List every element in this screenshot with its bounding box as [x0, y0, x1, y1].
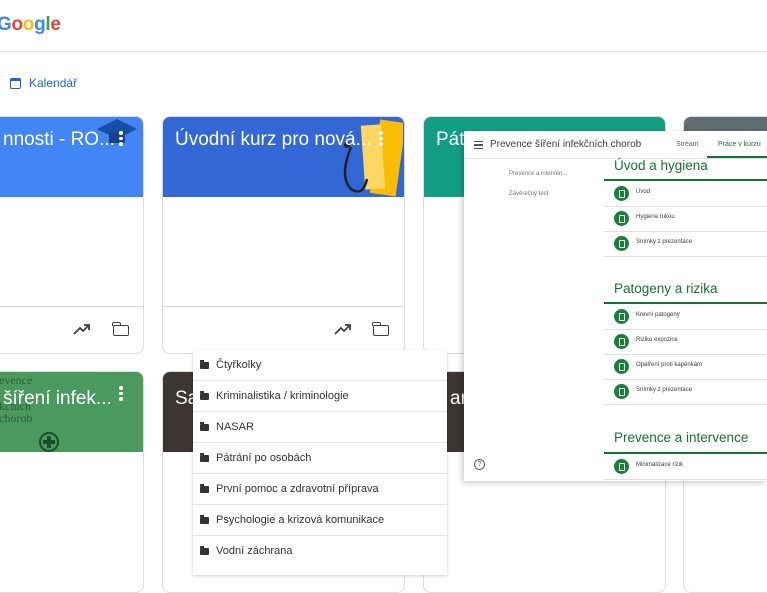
trending-up-icon[interactable]: [73, 323, 91, 335]
topic-heading: Prevence a intervence: [614, 430, 749, 445]
folder-icon: [200, 359, 209, 369]
assignment-row[interactable]: Snímky z prezentace: [604, 379, 767, 405]
assignment-row[interactable]: Snímky z prezentace: [604, 231, 767, 257]
material-icon: [614, 334, 629, 349]
trending-up-icon[interactable]: [334, 323, 352, 335]
more-options-icon[interactable]: [119, 386, 123, 403]
material-icon: [614, 211, 629, 226]
class-card[interactable]: evence kčních chorob šíření infek...: [0, 371, 144, 593]
folder-icon: [200, 452, 209, 462]
topic-link[interactable]: Prevence a interven...: [509, 171, 567, 177]
folder-icon: [200, 390, 209, 400]
assignment-row[interactable]: Minimalizace rizik: [604, 454, 767, 480]
folder-menu-item[interactable]: Vodní záchrana: [193, 536, 447, 566]
topic-link[interactable]: Závěrečný test: [509, 191, 548, 197]
folder-icon: [200, 545, 209, 555]
tab-stream[interactable]: Stream: [676, 141, 699, 148]
material-icon: [614, 309, 629, 324]
medical-emblem-icon: [39, 432, 59, 452]
assignment-row[interactable]: Krevní patogeny: [604, 304, 767, 330]
folder-menu-item[interactable]: Kriminalistika / kriminologie: [193, 381, 447, 412]
hamburger-menu-icon[interactable]: [474, 141, 483, 151]
calendar-link[interactable]: Kalendář: [10, 76, 77, 90]
folder-icon[interactable]: [372, 322, 389, 336]
material-icon: [614, 186, 629, 201]
card-title: nnosti - RO...: [3, 129, 115, 150]
folder-icon: [200, 514, 209, 524]
folder-menu-item[interactable]: První pomoc a zdravotní příprava: [193, 474, 447, 505]
folder-menu-item[interactable]: Pátrání po osobách: [193, 443, 447, 474]
calendar-label: Kalendář: [29, 76, 78, 90]
active-tab-indicator: [707, 156, 767, 158]
card-title: Úvodní kurz pro nová...: [175, 129, 372, 150]
more-options-icon[interactable]: [119, 131, 123, 148]
more-options-icon[interactable]: [379, 131, 383, 148]
material-icon: [614, 459, 629, 474]
google-logo[interactable]: Google: [0, 14, 61, 36]
class-title: Prevence šíření infekčních chorob: [490, 139, 642, 150]
folder-icon: [200, 421, 209, 431]
material-icon: [614, 384, 629, 399]
topic-heading: Úvod a hygiena: [614, 158, 708, 173]
topic-heading: Patogeny a rizika: [614, 281, 718, 296]
class-card[interactable]: Úvodní kurz pro nová...: [162, 116, 405, 354]
folder-menu-item[interactable]: NASAR: [193, 412, 447, 443]
tab-classwork[interactable]: Práce v kurzu: [718, 141, 761, 148]
card-footer: [163, 306, 404, 352]
folder-menu-item[interactable]: Čtyřkolky: [193, 350, 447, 381]
assignment-row[interactable]: Riziko expozice: [604, 329, 767, 355]
assignment-row[interactable]: Hygiena rukou: [604, 206, 767, 232]
classwork-preview-panel: Prevence šíření infekčních chorob Stream…: [464, 131, 767, 481]
folder-menu-item[interactable]: Psychologie a krizová komunikace: [193, 505, 447, 536]
folder-icon: [200, 483, 209, 493]
folder-icon[interactable]: [112, 322, 129, 336]
top-app-bar: [0, 0, 767, 52]
folder-dropdown-menu: Čtyřkolky Kriminalistika / kriminologie …: [193, 350, 447, 575]
card-title: šíření infek...: [3, 388, 112, 409]
calendar-icon: [10, 77, 21, 89]
assignment-row[interactable]: Opatření proti kapénkám: [604, 354, 767, 380]
help-icon[interactable]: ?: [474, 459, 485, 470]
class-card[interactable]: nnosti - RO...: [0, 116, 144, 354]
material-icon: [614, 236, 629, 251]
material-icon: [614, 359, 629, 374]
assignment-row[interactable]: Úvod: [604, 181, 767, 207]
